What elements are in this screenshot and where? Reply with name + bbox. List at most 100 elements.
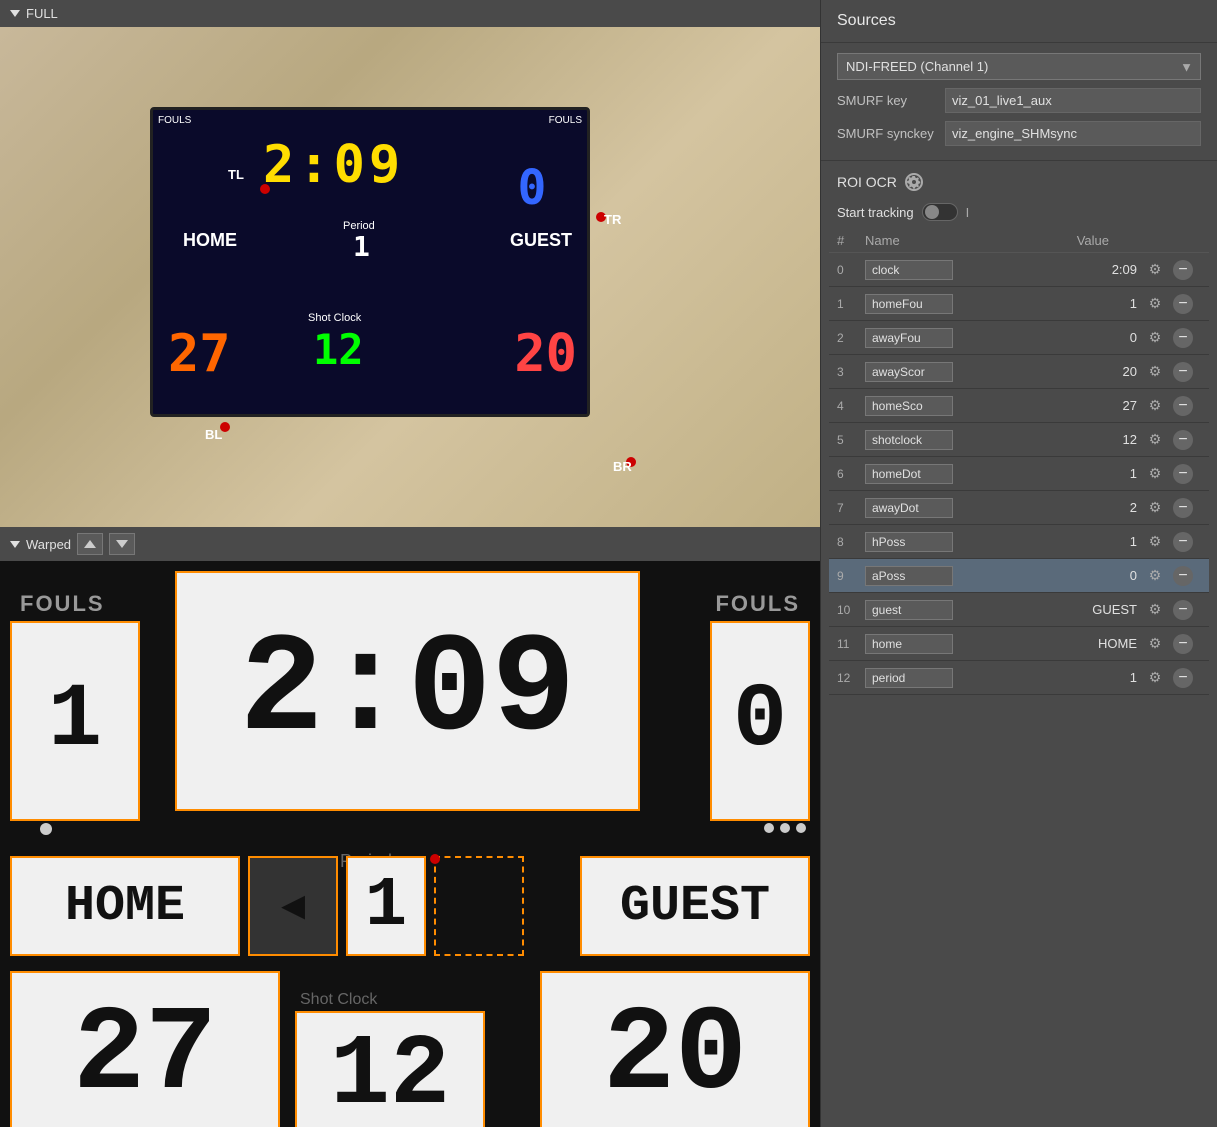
smurf-synckey-input[interactable] bbox=[945, 121, 1201, 146]
fouls-left-label: FOULS bbox=[158, 115, 191, 126]
row-name-badge[interactable]: homeFou bbox=[865, 294, 953, 314]
roi-ocr-gear-icon[interactable] bbox=[905, 173, 923, 191]
full-label: FULL bbox=[26, 6, 58, 21]
row-value: 27 bbox=[955, 398, 1145, 413]
row-minus-btn[interactable]: − bbox=[1173, 294, 1193, 314]
row-value: 1 bbox=[955, 296, 1145, 311]
row-minus-btn[interactable]: − bbox=[1173, 498, 1193, 518]
row-num: 10 bbox=[837, 603, 865, 617]
table-row[interactable]: 9 aPoss 0 ⚙ − bbox=[829, 559, 1209, 593]
row-minus-btn[interactable]: − bbox=[1173, 328, 1193, 348]
row-name-badge[interactable]: guest bbox=[865, 600, 953, 620]
row-name-badge[interactable]: awayFou bbox=[865, 328, 953, 348]
warped-collapse-icon[interactable] bbox=[10, 541, 20, 548]
ocr-clock-text: 2:09 bbox=[177, 573, 638, 809]
ocr-box-shot-clock[interactable]: 12 bbox=[295, 1011, 485, 1127]
ocr-box-play[interactable]: ◀ bbox=[248, 856, 338, 956]
warped-label: Warped bbox=[26, 537, 71, 552]
table-row[interactable]: 12 period 1 ⚙ − bbox=[829, 661, 1209, 695]
row-gear-btn[interactable]: ⚙ bbox=[1145, 430, 1165, 450]
ocr-box-possession-empty[interactable] bbox=[434, 856, 524, 956]
row-name-badge[interactable]: home bbox=[865, 634, 953, 654]
row-name-badge[interactable]: homeDot bbox=[865, 464, 953, 484]
ocr-box-period-num[interactable]: 1 bbox=[346, 856, 426, 956]
row-minus-btn[interactable]: − bbox=[1173, 600, 1193, 620]
row-gear-btn[interactable]: ⚙ bbox=[1145, 396, 1165, 416]
table-row[interactable]: 10 guest GUEST ⚙ − bbox=[829, 593, 1209, 627]
ocr-box-clock[interactable]: 2:09 bbox=[175, 571, 640, 811]
table-row[interactable]: 2 awayFou 0 ⚙ − bbox=[829, 321, 1209, 355]
ocr-box-home-score[interactable]: 27 bbox=[10, 971, 280, 1127]
row-gear-btn[interactable]: ⚙ bbox=[1145, 532, 1165, 552]
sb-home-score: 27 bbox=[168, 324, 231, 384]
row-value: 2:09 bbox=[955, 262, 1145, 277]
row-minus-btn[interactable]: − bbox=[1173, 430, 1193, 450]
warped-fouls-right: FOULS bbox=[715, 591, 800, 617]
ocr-box-home[interactable]: HOME bbox=[10, 856, 240, 956]
table-row[interactable]: 7 awayDot 2 ⚙ − bbox=[829, 491, 1209, 525]
warped-shot-clock-label: Shot Clock bbox=[300, 991, 377, 1009]
ocr-shot-clock-text: 12 bbox=[297, 1013, 483, 1127]
row-gear-btn[interactable]: ⚙ bbox=[1145, 634, 1165, 654]
source-dropdown[interactable]: NDI-FREED (Channel 1) bbox=[837, 53, 1201, 80]
collapse-icon[interactable] bbox=[10, 10, 20, 17]
row-gear-btn[interactable]: ⚙ bbox=[1145, 566, 1165, 586]
row-name-badge[interactable]: homeSco bbox=[865, 396, 953, 416]
source-select-wrapper[interactable]: NDI-FREED (Channel 1) ▼ bbox=[837, 53, 1201, 80]
row-num: 7 bbox=[837, 501, 865, 515]
row-gear-btn[interactable]: ⚙ bbox=[1145, 260, 1165, 280]
row-name-badge[interactable]: clock bbox=[865, 260, 953, 280]
row-gear-btn[interactable]: ⚙ bbox=[1145, 362, 1165, 382]
ocr-box-home-foul[interactable]: 1 bbox=[10, 621, 140, 821]
row-name-badge[interactable]: awayDot bbox=[865, 498, 953, 518]
row-gear-btn[interactable]: ⚙ bbox=[1145, 600, 1165, 620]
ocr-table: # Name Value 0 clock 2:09 ⚙ − 1 homeFou … bbox=[821, 229, 1217, 1127]
row-value: 12 bbox=[955, 432, 1145, 447]
row-gear-btn[interactable]: ⚙ bbox=[1145, 668, 1165, 688]
warped-up-btn[interactable] bbox=[77, 533, 103, 555]
row-name-badge[interactable]: awayScor bbox=[865, 362, 953, 382]
row-minus-btn[interactable]: − bbox=[1173, 532, 1193, 552]
row-name-badge[interactable]: aPoss bbox=[865, 566, 953, 586]
tracking-toggle[interactable] bbox=[922, 203, 958, 221]
sb-time: 2:09 bbox=[263, 135, 404, 195]
smurf-key-input[interactable] bbox=[945, 88, 1201, 113]
row-name-badge[interactable]: period bbox=[865, 668, 953, 688]
row-gear-btn[interactable]: ⚙ bbox=[1145, 464, 1165, 484]
row-minus-btn[interactable]: − bbox=[1173, 464, 1193, 484]
row-minus-btn[interactable]: − bbox=[1173, 396, 1193, 416]
row-gear-btn[interactable]: ⚙ bbox=[1145, 498, 1165, 518]
row-minus-btn[interactable]: − bbox=[1173, 362, 1193, 382]
table-row[interactable]: 5 shotclock 12 ⚙ − bbox=[829, 423, 1209, 457]
warped-down-btn[interactable] bbox=[109, 533, 135, 555]
row-value: GUEST bbox=[955, 602, 1145, 617]
row-minus-btn[interactable]: − bbox=[1173, 260, 1193, 280]
ocr-home-score-text: 27 bbox=[12, 973, 278, 1127]
row-minus-btn[interactable]: − bbox=[1173, 634, 1193, 654]
row-value: 1 bbox=[955, 534, 1145, 549]
table-row[interactable]: 6 homeDot 1 ⚙ − bbox=[829, 457, 1209, 491]
row-name-badge[interactable]: shotclock bbox=[865, 430, 953, 450]
corner-label-br: BR bbox=[613, 459, 632, 474]
row-minus-btn[interactable]: − bbox=[1173, 566, 1193, 586]
row-value: 0 bbox=[955, 568, 1145, 583]
row-num: 9 bbox=[837, 569, 865, 583]
row-name-badge[interactable]: hPoss bbox=[865, 532, 953, 552]
row-gear-btn[interactable]: ⚙ bbox=[1145, 294, 1165, 314]
row-minus-btn[interactable]: − bbox=[1173, 668, 1193, 688]
ocr-box-away-foul[interactable]: 0 bbox=[710, 621, 810, 821]
table-row[interactable]: 4 homeSco 27 ⚙ − bbox=[829, 389, 1209, 423]
table-row[interactable]: 1 homeFou 1 ⚙ − bbox=[829, 287, 1209, 321]
row-value: HOME bbox=[955, 636, 1145, 651]
divider-1 bbox=[821, 160, 1217, 161]
table-row[interactable]: 3 awayScor 20 ⚙ − bbox=[829, 355, 1209, 389]
ocr-box-away-score[interactable]: 20 bbox=[540, 971, 810, 1127]
row-gear-btn[interactable]: ⚙ bbox=[1145, 328, 1165, 348]
ocr-box-guest[interactable]: GUEST bbox=[580, 856, 810, 956]
row-num: 0 bbox=[837, 263, 865, 277]
right-panel: Sources NDI-FREED (Channel 1) ▼ SMURF ke… bbox=[820, 0, 1217, 1127]
table-row[interactable]: 8 hPoss 1 ⚙ − bbox=[829, 525, 1209, 559]
table-row[interactable]: 11 home HOME ⚙ − bbox=[829, 627, 1209, 661]
corner-dot-tl[interactable] bbox=[260, 184, 270, 194]
table-row[interactable]: 0 clock 2:09 ⚙ − bbox=[829, 253, 1209, 287]
